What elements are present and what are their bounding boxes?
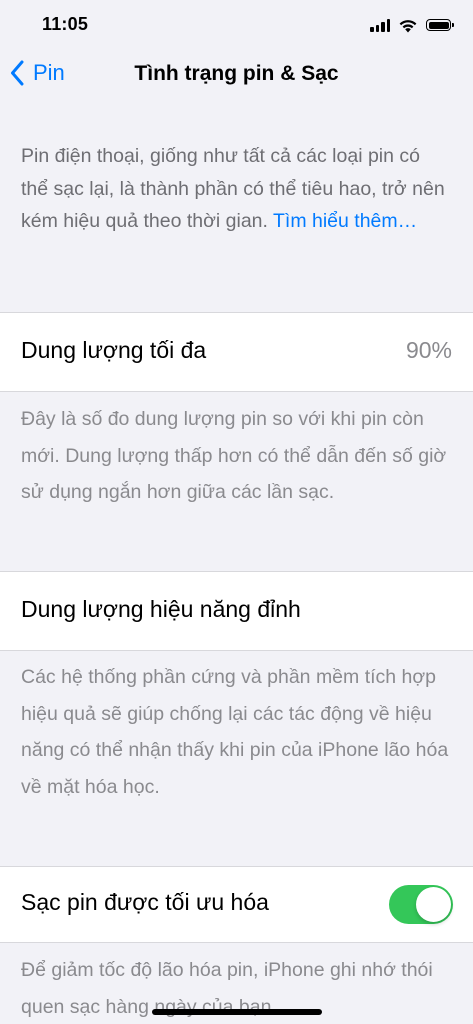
- toggle-knob: [416, 887, 451, 922]
- page-title: Tình trạng pin & Sạc: [134, 62, 339, 85]
- cellular-signal-icon: [370, 18, 390, 32]
- max-capacity-row: Dung lượng tối đa 90%: [0, 312, 473, 392]
- max-capacity-label: Dung lượng tối đa: [21, 337, 207, 363]
- optimized-charging-label: Sạc pin được tối ưu hóa: [21, 889, 269, 915]
- peak-performance-label: Dung lượng hiệu năng đỉnh: [21, 596, 301, 622]
- wifi-icon: [399, 19, 417, 32]
- status-icons: [370, 15, 454, 35]
- peak-performance-footnote: Các hệ thống phần cứng và phần mềm tích …: [21, 666, 449, 798]
- status-time: 11:05: [42, 14, 89, 34]
- learn-more-link[interactable]: Tìm hiểu thêm…: [273, 210, 417, 232]
- optimized-charging-row: Sạc pin được tối ưu hóa: [0, 866, 473, 943]
- peak-performance-row: Dung lượng hiệu năng đỉnh: [0, 571, 473, 651]
- navigation-bar: Pin Tình trạng pin & Sạc: [0, 50, 473, 102]
- optimized-charging-toggle[interactable]: [389, 885, 453, 924]
- max-capacity-footnote: Đây là số đo dung lượng pin so với khi p…: [21, 408, 447, 503]
- battery-icon: [426, 19, 454, 31]
- max-capacity-value: 90%: [405, 337, 452, 363]
- battery-health-screen: 11:05 Pin Tình trạng pin & Sạc Pin điện …: [0, 0, 473, 1024]
- status-bar: 11:05: [0, 0, 473, 50]
- intro-description: Pin điện thoại, giống như tất cả các loạ…: [21, 140, 452, 238]
- home-indicator[interactable]: [152, 1009, 322, 1015]
